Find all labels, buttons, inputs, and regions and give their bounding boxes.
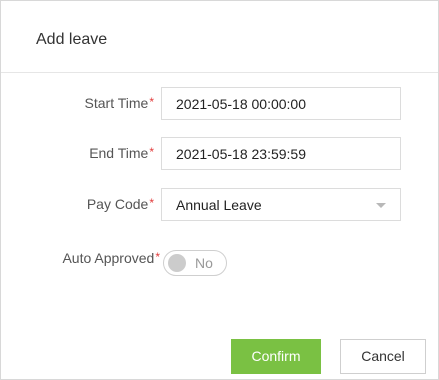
start-time-label-text: Start Time — [84, 95, 149, 111]
dialog-header: Add leave — [1, 1, 438, 73]
pay-code-row: Pay Code* Annual Leave — [1, 188, 438, 222]
toggle-knob — [168, 254, 186, 272]
auto-approved-toggle[interactable]: No — [163, 250, 227, 276]
start-time-row: Start Time* 2021-05-18 00:00:00 — [1, 87, 438, 121]
start-time-value: 2021-05-18 00:00:00 — [176, 96, 306, 112]
pay-code-value: Annual Leave — [176, 197, 262, 213]
end-time-label-text: End Time — [89, 145, 149, 161]
pay-code-select[interactable]: Annual Leave — [161, 188, 401, 221]
required-mark: * — [149, 196, 154, 210]
auto-approved-row: Auto Approved* No — [1, 248, 438, 282]
dialog-title: Add leave — [36, 31, 108, 48]
start-time-input[interactable]: 2021-05-18 00:00:00 — [161, 87, 401, 120]
cancel-button[interactable]: Cancel — [340, 339, 426, 374]
end-time-input[interactable]: 2021-05-18 23:59:59 — [161, 137, 401, 170]
add-leave-dialog: Add leave Start Time* 2021-05-18 00:00:0… — [0, 0, 439, 380]
auto-approved-label: Auto Approved* — [62, 250, 160, 266]
start-time-label: Start Time* — [85, 95, 154, 111]
end-time-row: End Time* 2021-05-18 23:59:59 — [1, 137, 438, 171]
pay-code-label-text: Pay Code — [86, 196, 149, 212]
required-mark: * — [155, 250, 160, 264]
required-mark: * — [149, 95, 154, 109]
end-time-label: End Time* — [89, 145, 154, 161]
auto-approved-label-text: Auto Approved — [62, 250, 155, 266]
pay-code-label: Pay Code* — [87, 196, 154, 212]
confirm-button[interactable]: Confirm — [231, 339, 321, 374]
required-mark: * — [149, 145, 154, 159]
chevron-down-icon — [376, 203, 386, 208]
toggle-state-text: No — [195, 255, 213, 271]
end-time-value: 2021-05-18 23:59:59 — [176, 146, 306, 162]
